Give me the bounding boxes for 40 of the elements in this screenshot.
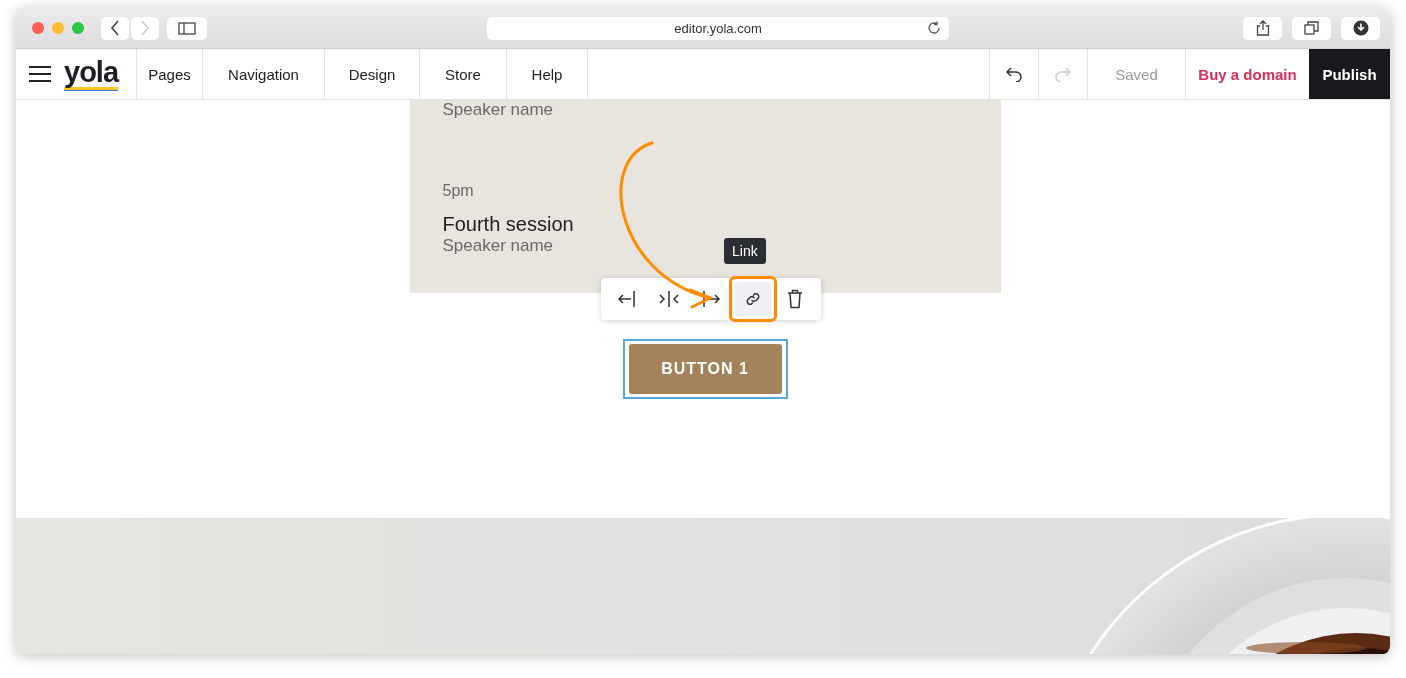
address-field[interactable]: editor.yola.com — [487, 16, 949, 40]
chevron-right-icon — [140, 20, 150, 36]
menu-tab[interactable]: Store — [420, 49, 507, 99]
sidebar-icon — [178, 21, 196, 35]
menu-tab[interactable]: Help — [507, 49, 588, 99]
session-time-text: 5pm — [442, 182, 474, 200]
align-right-icon — [701, 290, 721, 308]
tooltip: Link — [724, 238, 766, 264]
reload-icon[interactable] — [927, 20, 941, 35]
share-button[interactable] — [1243, 16, 1282, 40]
redo-icon — [1054, 66, 1072, 82]
undo-button[interactable] — [989, 49, 1039, 99]
undo-icon — [1005, 66, 1023, 82]
session-title-text: Fourth session — [442, 213, 574, 236]
align-center-icon — [658, 290, 680, 308]
content-button[interactable]: BUTTON 1 — [628, 344, 782, 394]
tabs-icon — [1304, 21, 1319, 35]
buy-domain-link[interactable]: Buy a domain — [1186, 49, 1309, 99]
publish-button[interactable]: Publish — [1309, 49, 1390, 99]
back-button[interactable] — [101, 16, 129, 40]
menu-tab[interactable]: Design — [325, 49, 420, 99]
link-icon — [745, 291, 761, 307]
link-button[interactable] — [735, 282, 771, 316]
menu-tab[interactable]: Navigation — [203, 49, 325, 99]
speaker-name-text: Speaker name — [442, 236, 554, 256]
save-status: Saved — [1088, 49, 1186, 99]
downloads-button[interactable] — [1341, 16, 1380, 40]
menu-icon[interactable] — [29, 66, 51, 82]
speaker-name-text: Speaker name — [442, 100, 554, 120]
sidebar-toggle-button[interactable] — [167, 16, 207, 40]
yola-logo[interactable]: yola — [64, 58, 119, 90]
trash-icon — [787, 289, 803, 309]
highlight-frame — [729, 276, 777, 322]
url-text: editor.yola.com — [674, 20, 762, 36]
share-icon — [1255, 20, 1270, 36]
align-left-icon — [617, 290, 637, 308]
menu-tab[interactable]: Pages — [137, 49, 203, 99]
tabs-button[interactable] — [1292, 16, 1331, 40]
download-icon — [1352, 20, 1369, 36]
chevron-left-icon — [110, 20, 120, 36]
